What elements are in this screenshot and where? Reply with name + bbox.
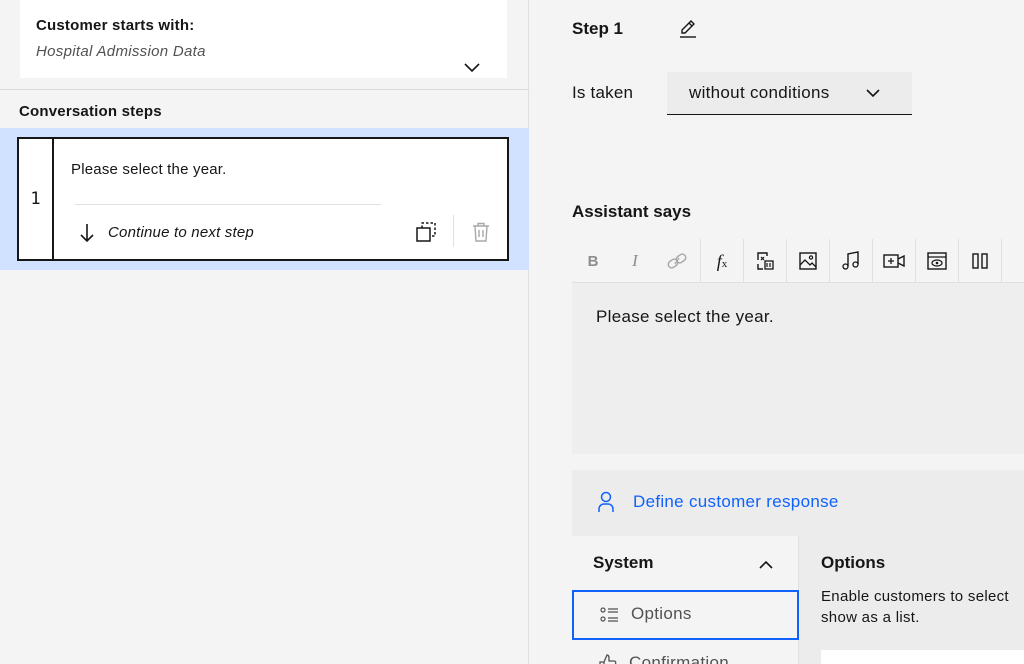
step-row-selected[interactable]: 1 Please select the year. Continue to ne… bbox=[0, 128, 529, 270]
link-icon[interactable] bbox=[656, 239, 698, 283]
user-icon bbox=[596, 490, 616, 514]
assistant-says-title: Assistant says bbox=[572, 202, 692, 221]
customer-starts-title: Customer starts with: bbox=[36, 17, 195, 34]
is-taken-label: Is taken bbox=[572, 83, 634, 102]
columns-icon[interactable] bbox=[959, 239, 1001, 283]
step-text: Please select the year. bbox=[71, 161, 227, 178]
options-input[interactable] bbox=[821, 650, 1024, 664]
thumbs-up-icon bbox=[598, 653, 618, 664]
function-icon[interactable]: fx bbox=[701, 239, 743, 283]
video-icon[interactable] bbox=[873, 239, 915, 283]
conversation-steps-panel: Customer starts with: Hospital Admission… bbox=[0, 0, 529, 664]
customer-response-card: Define customer response System Options … bbox=[572, 470, 1024, 664]
rich-text-toolbar: B I fx bbox=[572, 239, 1024, 283]
step-card[interactable]: 1 Please select the year. Continue to ne… bbox=[17, 137, 509, 261]
system-item-options[interactable]: Options bbox=[572, 590, 799, 640]
chevron-down-icon bbox=[865, 86, 881, 100]
chevron-up-icon[interactable] bbox=[758, 557, 774, 571]
image-icon[interactable] bbox=[787, 239, 829, 283]
audio-icon[interactable] bbox=[830, 239, 872, 283]
options-description: Enable customers to select show as a lis… bbox=[821, 586, 1024, 628]
system-title[interactable]: System bbox=[593, 553, 653, 573]
step-separator bbox=[75, 204, 381, 205]
variable-icon[interactable] bbox=[744, 239, 786, 283]
system-response-menu: System Options Confirmation bbox=[572, 536, 799, 664]
assistant-message-editor[interactable]: Please select the year. bbox=[572, 283, 1024, 454]
arrow-down-icon bbox=[77, 221, 97, 245]
chevron-down-icon[interactable] bbox=[463, 61, 481, 75]
action-separator bbox=[453, 215, 454, 247]
next-step-action[interactable]: Continue to next step bbox=[108, 224, 254, 241]
step-title: Step 1 bbox=[572, 19, 624, 38]
options-list-icon bbox=[600, 605, 620, 625]
bold-icon[interactable]: B bbox=[572, 239, 614, 283]
condition-dropdown[interactable]: without conditions bbox=[667, 72, 912, 115]
system-item-label[interactable]: Confirmation bbox=[629, 653, 729, 664]
duplicate-icon[interactable] bbox=[415, 221, 437, 243]
divider bbox=[0, 89, 529, 90]
conversation-steps-title: Conversation steps bbox=[19, 103, 162, 120]
trash-icon[interactable] bbox=[470, 221, 492, 243]
options-title: Options bbox=[821, 553, 886, 572]
customer-starts-value: Hospital Admission Data bbox=[36, 43, 206, 60]
options-description-line: Enable customers to select bbox=[821, 588, 1009, 605]
define-customer-response-link[interactable]: Define customer response bbox=[633, 492, 839, 512]
pencil-icon[interactable] bbox=[677, 18, 699, 40]
step-number: 1 bbox=[19, 139, 54, 259]
condition-value: without conditions bbox=[689, 83, 830, 102]
customer-starts-card[interactable]: Customer starts with: Hospital Admission… bbox=[20, 0, 507, 78]
italic-icon[interactable]: I bbox=[614, 239, 656, 283]
iframe-icon[interactable] bbox=[916, 239, 958, 283]
system-item-label: Options bbox=[631, 604, 692, 623]
options-description-line: show as a list. bbox=[821, 609, 920, 626]
toolbar-divider bbox=[1001, 239, 1002, 283]
assistant-message-text: Please select the year. bbox=[596, 307, 774, 326]
